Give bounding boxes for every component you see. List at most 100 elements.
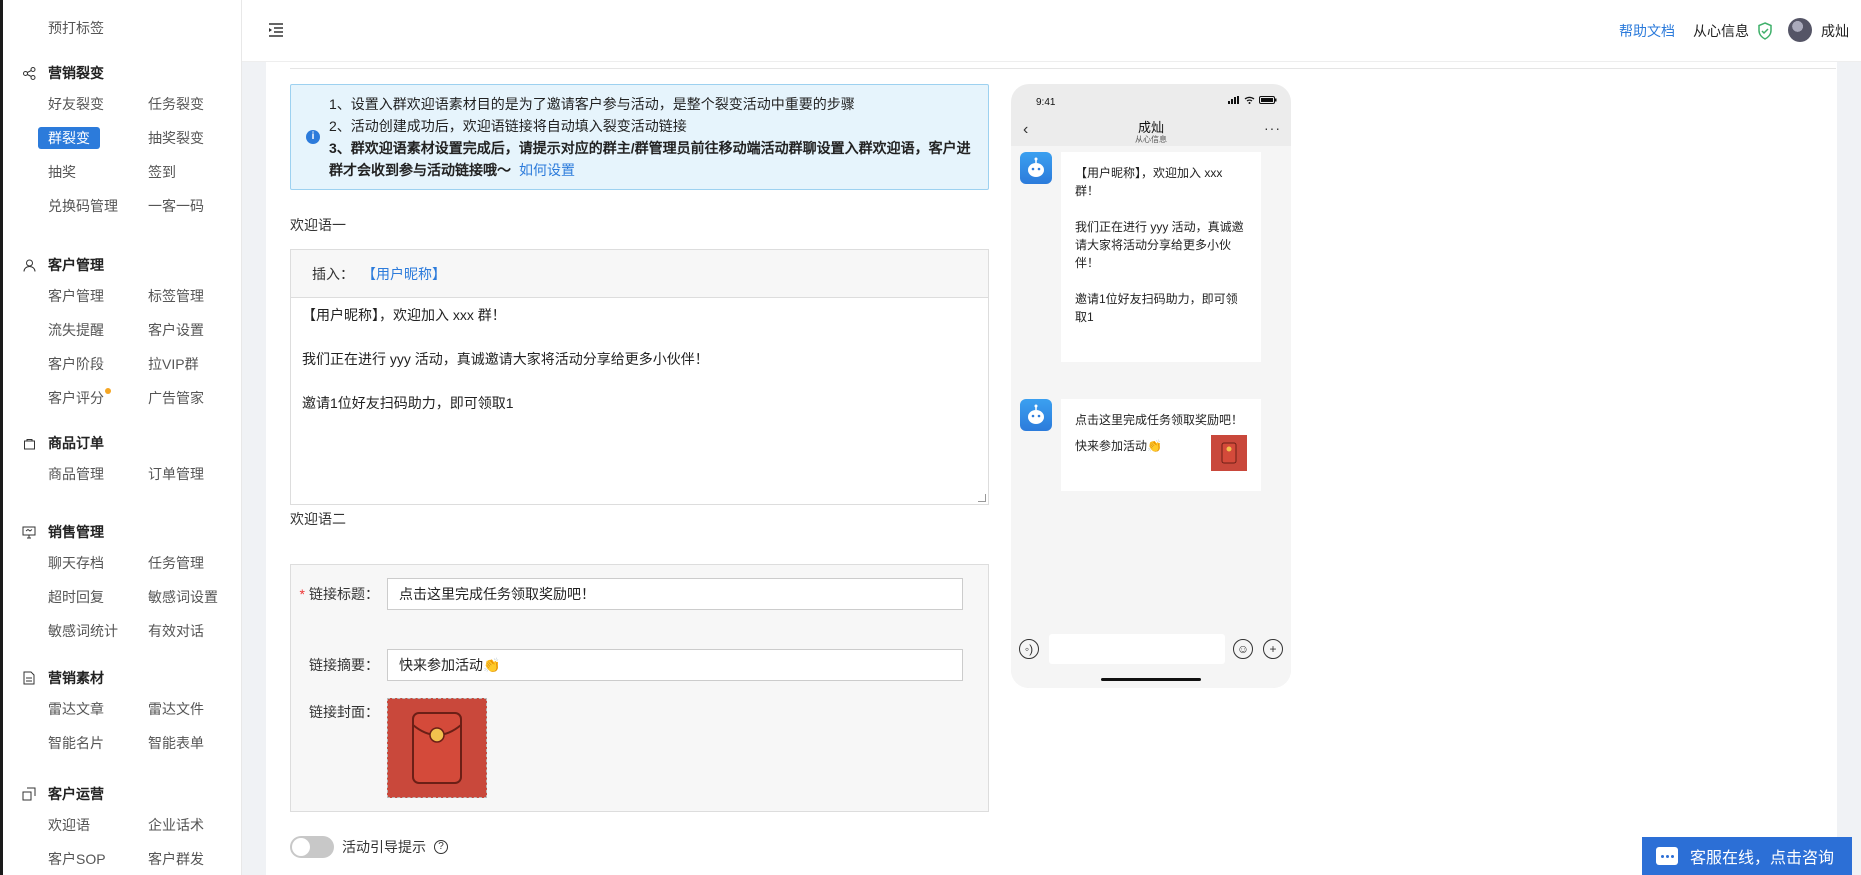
sidebar-item[interactable]: 抽奖裂变 [138, 127, 214, 149]
sidebar-item[interactable]: 群裂变 [38, 127, 100, 149]
welcome-two-label: 欢迎语二 [290, 511, 346, 527]
more-dots-icon[interactable]: ··· [1264, 120, 1281, 136]
help-question-icon[interactable]: ? [434, 840, 448, 854]
chat-area: 【用户昵称】，欢迎加入 xxx 群！ 我们正在进行 yyy 活动，真诚邀请大家将… [1011, 146, 1291, 626]
link-title-input[interactable]: 点击这里完成任务领取奖励吧！ [387, 578, 963, 610]
message-bubble: 【用户昵称】，欢迎加入 xxx 群！ 我们正在进行 yyy 活动，真诚邀请大家将… [1061, 152, 1261, 362]
sidebar-item[interactable]: 欢迎语 [38, 814, 100, 836]
sidebar-group: 营销裂变 好友裂变 任务裂变 群裂变 抽奖裂变 抽奖 签到 兑换码管理 一客一码 [0, 62, 241, 217]
sidebar-item[interactable]: 聊天存档 [38, 552, 114, 574]
sidebar-group-title: 销售管理 [0, 521, 241, 543]
info-line-3: 3、群欢迎语素材设置完成后，请提示对应的群主/群管理员前往移动端活动群聊设置入群… [329, 137, 979, 181]
sidebar-item[interactable]: 客户评分 [38, 387, 114, 409]
user-name[interactable]: 成灿 [1821, 21, 1849, 41]
sidebar-item[interactable]: 企业话术 [138, 814, 214, 836]
sidebar: 预打标签 营销裂变 好友裂变 任务裂变 群裂变 抽奖裂变 抽奖 签到 兑换码管理 一客一码 客户管… [0, 0, 242, 875]
phone-chat-subtitle: 从心信息 [1135, 135, 1167, 144]
info-line-2: 2、活动创建成功后，欢迎语链接将自动填入裂变活动链接 [329, 118, 687, 134]
sidebar-item[interactable]: 智能名片 [38, 732, 114, 754]
info-notice: i 1、设置入群欢迎语素材目的是为了邀请客户参与活动，是整个裂变活动中重要的步骤… [290, 84, 989, 190]
menu-collapse-icon[interactable] [266, 20, 286, 40]
plus-icon[interactable]: + [1263, 639, 1283, 659]
red-packet-icon [412, 712, 462, 784]
how-to-setup-link[interactable]: 如何设置 [519, 162, 575, 178]
chat-bubble-icon [1656, 847, 1678, 865]
info-icon: i [306, 130, 320, 144]
sidebar-item[interactable]: 抽奖 [38, 161, 86, 183]
link-cover-label: 链接封面： [309, 704, 379, 720]
sidebar-group-title: 商品订单 [0, 432, 241, 454]
sidebar-item[interactable]: 客户群发 [138, 848, 214, 870]
signal-icon [1228, 96, 1239, 104]
editor-toolbar: 插入： 【用户昵称】 [291, 250, 988, 298]
info-line-3-text: 3、群欢迎语素材设置完成后，请提示对应的群主/群管理员前往移动端活动群聊设置入群… [329, 140, 971, 178]
link-cover-image[interactable] [387, 698, 487, 798]
link-card-bubble[interactable]: 点击这里完成任务领取奖励吧！ 快来参加活动👏 [1061, 399, 1261, 491]
sidebar-item[interactable]: 拉VIP群 [138, 353, 209, 375]
sidebar-group-label: 客户运营 [48, 786, 104, 802]
sidebar-item[interactable]: 兑换码管理 [38, 195, 128, 217]
sidebar-group-title: 客户运营 [0, 783, 241, 805]
document-icon [22, 671, 36, 685]
emoji-icon[interactable]: ☺ [1233, 639, 1253, 659]
help-docs-link[interactable]: 帮助文档 [1619, 21, 1675, 41]
sidebar-item[interactable]: 任务管理 [138, 552, 214, 574]
message-text: 【用户昵称】，欢迎加入 xxx 群！ 我们正在进行 yyy 活动，真诚邀请大家将… [1075, 166, 1244, 324]
battery-icon [1259, 96, 1277, 104]
sidebar-item[interactable]: 有效对话 [138, 620, 214, 642]
guide-toggle-switch[interactable] [290, 836, 334, 858]
sidebar-item[interactable]: 广告管家 [138, 387, 214, 409]
monitor-chat-icon [22, 525, 36, 539]
sidebar-item[interactable]: 客户管理 [38, 285, 114, 307]
sidebar-group-label: 营销素材 [48, 670, 104, 686]
info-line-1: 1、设置入群欢迎语素材目的是为了邀请客户参与活动，是整个裂变活动中重要的步骤 [329, 96, 855, 112]
sidebar-group: 商品订单商品管理 订单管理 [0, 432, 241, 485]
sidebar-item[interactable]: 雷达文件 [138, 698, 214, 720]
sidebar-item[interactable]: 客户阶段 [38, 353, 114, 375]
phone-preview: 9:41 ‹ 成灿 从心信息 ··· 【用户昵称】，欢迎加入 xxx 群！ 我们… [1011, 84, 1291, 688]
sidebar-item[interactable]: 订单管理 [138, 463, 214, 485]
notification-dot [105, 388, 111, 394]
bot-avatar [1020, 152, 1052, 184]
sidebar-item[interactable]: 敏感词统计 [38, 620, 128, 642]
avatar[interactable] [1788, 18, 1812, 42]
sidebar-item[interactable]: 雷达文章 [38, 698, 114, 720]
sidebar-item[interactable]: 超时回复 [38, 586, 114, 608]
robot-icon [1028, 404, 1044, 424]
insert-nickname-button[interactable]: 【用户昵称】 [362, 264, 446, 284]
sidebar-item[interactable]: 客户SOP [38, 848, 116, 870]
phone-message-input[interactable] [1049, 634, 1225, 664]
link-summary-input[interactable]: 快来参加活动👏 [387, 649, 963, 681]
resize-handle[interactable] [978, 494, 986, 502]
guide-toggle-row: 活动引导提示 ? [290, 836, 448, 858]
welcome-one-editor: 插入： 【用户昵称】 【用户昵称】，欢迎加入 xxx 群！ 我们正在进行 yyy… [290, 249, 989, 505]
share-icon [22, 66, 36, 80]
verified-shield-icon [1758, 22, 1772, 40]
bot-avatar [1020, 399, 1052, 431]
link-summary-row: 链接摘要： 快来参加活动👏 [291, 649, 963, 681]
customer-service-button[interactable]: 客服在线，点击咨询 [1642, 837, 1852, 875]
sidebar-item[interactable]: 客户设置 [138, 319, 214, 341]
sidebar-item[interactable]: 标签管理 [138, 285, 214, 307]
sidebar-group: 客户管理 客户管理 标签管理 流失提醒 客户设置 客户阶段 拉VIP群 客户评分 广告管家 [0, 254, 241, 409]
top-header: 帮助文档 从心信息 成灿 [242, 0, 1861, 62]
sidebar-item[interactable]: 智能表单 [138, 732, 214, 754]
sidebar-group: 客户运营欢迎语 企业话术 客户SOP 客户群发 [0, 783, 241, 870]
link-summary-label: 链接摘要： [309, 657, 379, 673]
shopping-bag-icon [22, 436, 36, 450]
sidebar-item[interactable]: 签到 [138, 161, 186, 183]
sidebar-item[interactable]: 敏感词设置 [138, 586, 228, 608]
card-title: 点击这里完成任务领取奖励吧！ [1075, 413, 1244, 427]
sidebar-item[interactable]: 好友裂变 [38, 93, 114, 115]
welcome-one-textarea[interactable]: 【用户昵称】，欢迎加入 xxx 群！ 我们正在进行 yyy 活动，真诚邀请大家将… [291, 298, 988, 420]
divider [290, 68, 1836, 69]
main-content: i 1、设置入群欢迎语素材目的是为了邀请客户参与活动，是整个裂变活动中重要的步骤… [266, 62, 1837, 875]
sidebar-group-title: 营销素材 [0, 667, 241, 689]
company-name: 从心信息 [1693, 21, 1773, 41]
voice-icon[interactable]: ◦) [1019, 639, 1039, 659]
sidebar-item[interactable]: 任务裂变 [138, 93, 214, 115]
sidebar-item[interactable]: 一客一码 [138, 195, 214, 217]
sidebar-item[interactable]: 商品管理 [38, 463, 114, 485]
sidebar-item[interactable]: 流失提醒 [38, 319, 114, 341]
sidebar-item-preset-tags[interactable]: 预打标签 [48, 18, 148, 38]
